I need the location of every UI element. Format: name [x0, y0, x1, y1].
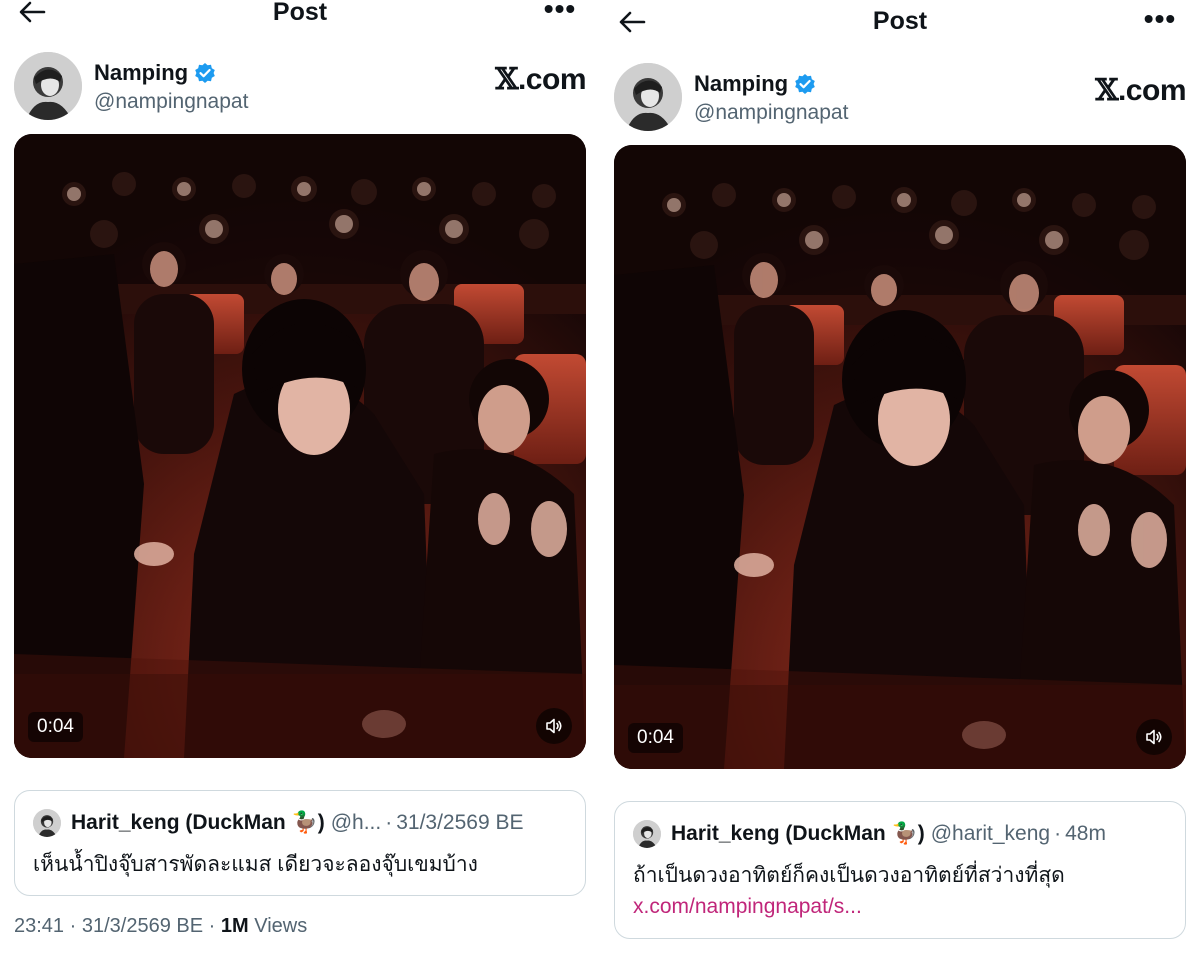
watermark-domain: .com	[517, 63, 587, 96]
quoted-post-text: เห็นน้ำปิงจุ๊บสารพัดละแมส เดียวจะลองจุ๊บ…	[33, 853, 478, 876]
post-author: Namping @nampingnapat 𝕏.com	[14, 52, 587, 122]
avatar-image	[14, 52, 82, 120]
mute-button[interactable]	[536, 708, 572, 744]
video-player[interactable]: 0:04	[14, 134, 586, 758]
post-date[interactable]: 31/3/2569 BE	[82, 915, 203, 937]
quoted-post-header: Harit_keng (DuckMan 🦆) @harit_keng · 48m	[633, 820, 1167, 848]
post-meta: 23:41 · 31/3/2569 BE · 1M Views	[14, 915, 307, 938]
quoted-author-handle: @h...	[330, 811, 382, 834]
author-name[interactable]: Namping	[694, 71, 788, 97]
avatar[interactable]	[614, 63, 682, 131]
video-duration-badge: 0:04	[28, 712, 83, 742]
avatar[interactable]	[14, 52, 82, 120]
page-title: Post	[872, 7, 928, 35]
separator-dot: ·	[385, 811, 393, 834]
x-com-watermark: 𝕏.com	[495, 62, 586, 97]
verified-badge-icon	[795, 74, 815, 94]
separator-dot: ·	[1054, 822, 1062, 845]
quoted-post[interactable]: Harit_keng (DuckMan 🦆) @harit_keng · 48m…	[614, 801, 1186, 939]
views-label: Views	[254, 915, 308, 937]
author-name[interactable]: Namping	[94, 60, 188, 86]
verified-badge-icon	[195, 63, 215, 83]
quoted-post-text: ถ้าเป็นดวงอาทิตย์ก็คงเป็นดวงอาทิตย์ที่สว…	[633, 864, 1065, 887]
more-options-button[interactable]: •••	[1140, 3, 1180, 34]
post-panel-right: Post ••• Namping @nampingnapat 𝕏.com 0:0…	[600, 0, 1200, 960]
quoted-author-handle: @harit_keng	[930, 822, 1051, 845]
watermark-domain: .com	[1117, 74, 1187, 107]
mute-button[interactable]	[1136, 719, 1172, 755]
quoted-post-text-block: ถ้าเป็นดวงอาทิตย์ก็คงเป็นดวงอาทิตย์ที่สว…	[633, 860, 1167, 922]
avatar-image	[614, 63, 682, 131]
quoted-avatar	[633, 820, 661, 848]
post-time[interactable]: 23:41	[14, 915, 64, 937]
quoted-author-name: Harit_keng (DuckMan 🦆)	[71, 811, 325, 834]
author-handle[interactable]: @nampingnapat	[94, 90, 248, 114]
quoted-post-time: 48m	[1065, 822, 1106, 845]
x-logo-icon: 𝕏	[495, 62, 518, 97]
more-options-button[interactable]: •••	[540, 0, 580, 24]
author-name-row: Namping	[94, 60, 216, 86]
quoted-post-link[interactable]: x.com/nampingnapat/s...	[633, 895, 862, 918]
quoted-post-time: 31/3/2569 BE	[396, 811, 524, 834]
quoted-avatar-image	[633, 820, 661, 848]
post-panel-left: Post ••• Namping @nampingnapat 𝕏.com 0:0…	[0, 0, 600, 960]
speaker-muted-icon	[1146, 729, 1162, 745]
quoted-author-name: Harit_keng (DuckMan 🦆)	[671, 822, 925, 845]
separator-dot: ·	[208, 915, 216, 937]
video-duration-badge: 0:04	[628, 723, 683, 753]
video-player[interactable]: 0:04	[614, 145, 1186, 769]
video-frame-image	[614, 145, 1186, 769]
video-frame-image	[14, 134, 586, 758]
x-logo-icon: 𝕏	[1095, 73, 1118, 108]
top-bar: Post •••	[600, 2, 1200, 42]
quoted-post[interactable]: Harit_keng (DuckMan 🦆) @h... · 31/3/2569…	[14, 790, 586, 896]
speaker-muted-icon	[546, 718, 562, 734]
author-handle[interactable]: @nampingnapat	[694, 101, 848, 125]
page-title: Post	[272, 0, 328, 26]
post-author: Namping @nampingnapat 𝕏.com	[614, 63, 1187, 133]
views-count: 1M	[220, 915, 249, 937]
quoted-avatar	[33, 809, 61, 837]
top-bar: Post •••	[0, 0, 600, 32]
x-com-watermark: 𝕏.com	[1095, 73, 1186, 108]
quoted-post-header: Harit_keng (DuckMan 🦆) @h... · 31/3/2569…	[33, 809, 567, 837]
quoted-avatar-image	[33, 809, 61, 837]
author-name-row: Namping	[694, 71, 816, 97]
separator-dot: ·	[69, 915, 77, 937]
